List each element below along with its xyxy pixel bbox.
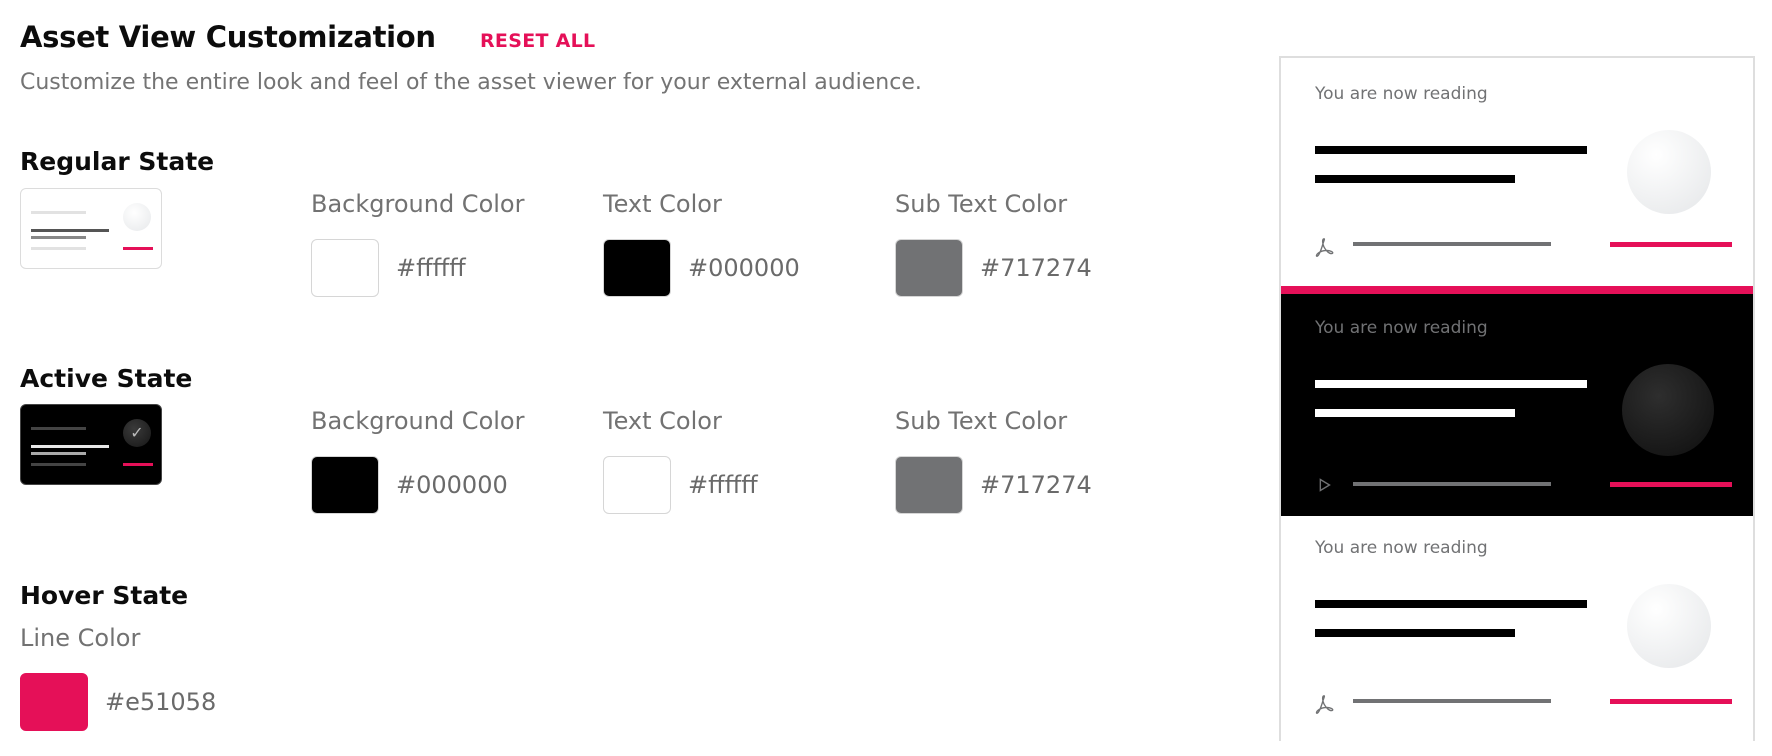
preview-thumbnail <box>1627 584 1711 668</box>
preview-thumbnail <box>1627 130 1711 214</box>
regular-text-color-label: Text Color <box>603 190 722 218</box>
preview-title-line <box>1315 409 1515 417</box>
preview-hover-line <box>1281 286 1753 294</box>
active-text-color-label: Text Color <box>603 407 722 435</box>
preview-card-active[interactable]: You are now reading <box>1281 294 1753 516</box>
active-background-color-swatch[interactable] <box>311 456 379 514</box>
active-state-thumbnail[interactable]: ✓ <box>20 404 162 485</box>
asset-viewer-preview: You are now reading You are now reading … <box>1279 56 1755 741</box>
hover-line-color-label: Line Color <box>20 624 141 652</box>
preview-reading-label: You are now reading <box>1315 84 1488 104</box>
preview-card-regular[interactable]: You are now reading <box>1281 516 1753 741</box>
regular-subtext-color-swatch[interactable] <box>895 239 963 297</box>
active-text-color-swatch[interactable] <box>603 456 671 514</box>
regular-state-title: Regular State <box>20 147 215 176</box>
active-subtext-color-label: Sub Text Color <box>895 407 1068 435</box>
preview-title-line <box>1315 380 1587 388</box>
hover-line-color-swatch[interactable] <box>20 673 88 731</box>
pdf-icon <box>1315 695 1334 714</box>
regular-text-color-hex[interactable]: #000000 <box>688 254 800 282</box>
preview-title-line <box>1315 629 1515 637</box>
active-state-title: Active State <box>20 364 193 393</box>
preview-accent-line <box>1610 699 1732 704</box>
preview-thumbnail <box>1622 364 1714 456</box>
hover-state-title: Hover State <box>20 581 189 610</box>
preview-title-line <box>1315 146 1587 154</box>
regular-background-color-hex[interactable]: #ffffff <box>396 254 466 282</box>
active-background-color-hex[interactable]: #000000 <box>396 471 508 499</box>
preview-title-line <box>1315 600 1587 608</box>
preview-progress-bar <box>1353 699 1551 703</box>
active-subtext-color-swatch[interactable] <box>895 456 963 514</box>
check-icon: ✓ <box>123 419 151 447</box>
preview-progress-bar <box>1353 482 1551 486</box>
pdf-icon <box>1315 238 1334 257</box>
regular-background-color-swatch[interactable] <box>311 239 379 297</box>
active-subtext-color-hex[interactable]: #717274 <box>980 471 1092 499</box>
regular-subtext-color-hex[interactable]: #717274 <box>980 254 1092 282</box>
preview-reading-label: You are now reading <box>1315 538 1488 558</box>
preview-accent-line <box>1610 482 1732 487</box>
regular-background-color-label: Background Color <box>311 190 525 218</box>
preview-accent-line <box>1610 242 1732 247</box>
regular-subtext-color-label: Sub Text Color <box>895 190 1068 218</box>
preview-title-line <box>1315 175 1515 183</box>
page-title: Asset View Customization <box>20 20 436 54</box>
reset-all-button[interactable]: RESET ALL <box>480 30 595 52</box>
regular-text-color-swatch[interactable] <box>603 239 671 297</box>
hover-line-color-hex[interactable]: #e51058 <box>105 688 216 716</box>
preview-progress-bar <box>1353 242 1551 246</box>
preview-reading-label: You are now reading <box>1315 318 1488 338</box>
regular-state-thumbnail[interactable] <box>20 188 162 269</box>
active-background-color-label: Background Color <box>311 407 525 435</box>
play-icon <box>1319 478 1331 492</box>
page-subtitle: Customize the entire look and feel of th… <box>20 70 922 95</box>
preview-card-regular[interactable]: You are now reading <box>1281 58 1753 286</box>
active-text-color-hex[interactable]: #ffffff <box>688 471 758 499</box>
